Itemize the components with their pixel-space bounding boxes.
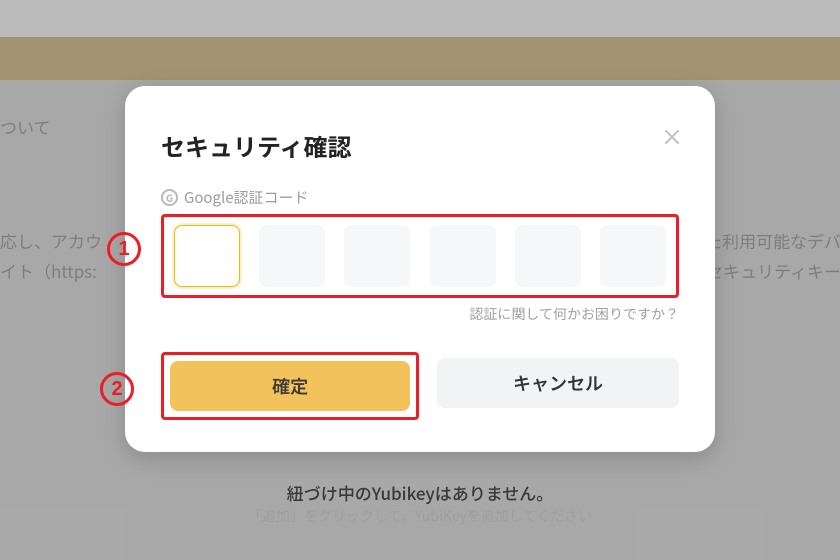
code-digit-2[interactable] (259, 225, 325, 287)
code-label-text: Google認証コード (184, 187, 309, 208)
security-verification-modal: セキュリティ確認 G Google認証コード 認証に関して何かお困りですか？ (125, 86, 715, 452)
yubikey-hint-text: 「追加」をクリックして、YubiKeyを追加してください (0, 506, 840, 526)
code-digit-5[interactable] (515, 225, 581, 287)
modal-button-row: 確定 キャンセル (161, 352, 679, 420)
confirm-button[interactable]: 確定 (170, 361, 410, 411)
cancel-button[interactable]: キャンセル (437, 358, 679, 408)
annotation-callout-2: 2 (100, 372, 134, 406)
modal-title: セキュリティ確認 (161, 128, 679, 163)
google-auth-icon: G (161, 189, 178, 206)
code-input-row (174, 225, 666, 287)
page-root: ついて 応し、アカウ イト（https: た利用可能なデバ セキュリティキー 紐… (0, 0, 840, 560)
code-digit-1[interactable] (174, 225, 240, 287)
callout-1-outline (161, 214, 679, 298)
code-digit-6[interactable] (600, 225, 666, 287)
auth-help-link[interactable]: 認証に関して何かお困りですか？ (161, 304, 679, 324)
close-icon (664, 129, 680, 145)
yubikey-empty-text: 紐づけ中のYubikeyはありません。 (0, 480, 840, 505)
annotation-callout-1: 1 (107, 232, 141, 266)
code-digit-3[interactable] (344, 225, 410, 287)
code-label-row: G Google認証コード (161, 187, 679, 208)
callout-2-outline: 確定 (161, 352, 419, 420)
close-button[interactable] (659, 124, 685, 150)
code-digit-4[interactable] (430, 225, 496, 287)
